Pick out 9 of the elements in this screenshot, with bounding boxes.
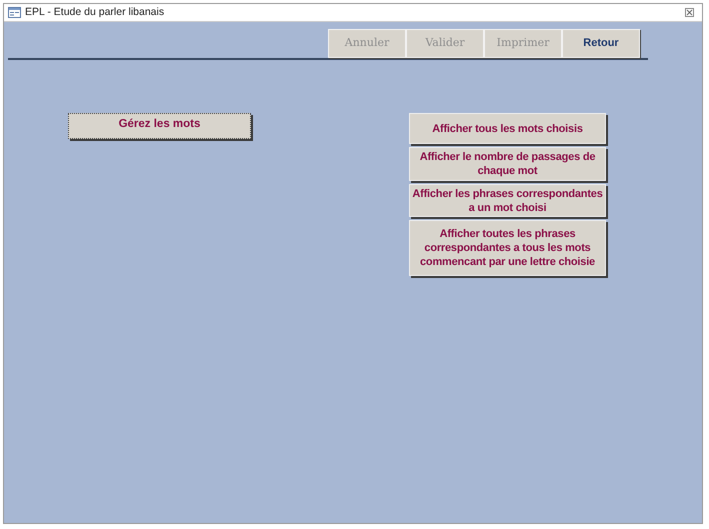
menu-button[interactable]: Afficher tous les mots choisis <box>409 113 606 144</box>
menu-button[interactable]: Afficher toutes les phrases correspondantes a tous les mots commencant par une lettre choisie <box>409 220 606 276</box>
toolbar-button[interactable]: Retour <box>562 29 640 58</box>
menu-button[interactable]: Afficher les phrases correspondantes a un mot choisi <box>409 184 606 217</box>
window-title: EPL - Etude du parler libanais <box>25 4 164 20</box>
close-icon[interactable] <box>685 8 694 17</box>
menu-button[interactable]: Gérez les mots <box>68 113 251 139</box>
menu-button[interactable]: Afficher le nombre de passages de chaque mot <box>409 147 606 181</box>
form-icon <box>8 7 21 18</box>
